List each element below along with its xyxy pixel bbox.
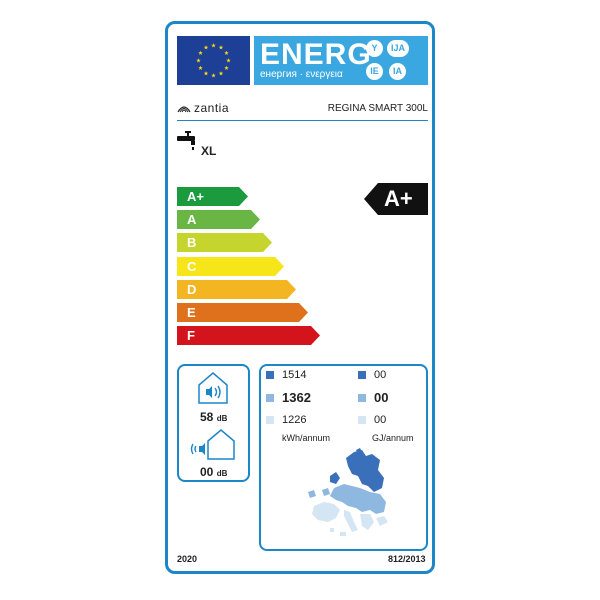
- fuel-row-cold: 00: [358, 369, 386, 381]
- energy-class-bar: E: [177, 303, 308, 322]
- regulation-number: 812/2013: [388, 554, 426, 564]
- eu-star-icon: [203, 45, 209, 50]
- eu-star-icon: [211, 73, 216, 78]
- lang-code: IE: [366, 63, 383, 80]
- rating-indicator: A+: [364, 183, 428, 215]
- outdoor-noise-value: 00 dB: [200, 465, 228, 479]
- zone-average-marker: [358, 393, 366, 402]
- eu-star-icon: [224, 65, 229, 70]
- eu-star-icon: [218, 45, 224, 50]
- fuel-row-average: 00: [358, 390, 388, 405]
- energy-class-bar: A: [177, 210, 260, 230]
- electricity-unit: kWh/annum: [282, 433, 331, 443]
- label-year: 2020: [177, 554, 198, 564]
- energy-class-bar: A+: [177, 187, 248, 206]
- eu-star-icon: [226, 58, 231, 63]
- energy-class-bar: F: [177, 326, 320, 346]
- energy-header: ENERG енергия · ενεργεια Y IJA IE IA: [254, 36, 428, 85]
- eu-star-icon: [211, 43, 216, 48]
- brand-name: zantia: [194, 101, 230, 115]
- outdoor-noise-icon: [190, 427, 236, 465]
- energy-class-label: C: [187, 258, 197, 274]
- eu-star-icon: [203, 71, 209, 76]
- eu-star-icon: [218, 71, 224, 76]
- electricity-row-average: 1362: [266, 390, 311, 405]
- zone-warmer-marker: [358, 416, 366, 424]
- zone-average-marker: [266, 393, 274, 402]
- model-name: REGINA SMART 300L: [327, 103, 428, 114]
- zone-colder-marker: [266, 371, 274, 379]
- indoor-noise-icon: [196, 371, 230, 409]
- energ-subtitle: енергия · ενεργεια: [260, 69, 343, 80]
- energy-class-label: B: [187, 235, 197, 251]
- energy-class-bar: C: [177, 256, 284, 276]
- load-profile: XL: [201, 144, 217, 158]
- lang-code: IA: [389, 63, 406, 80]
- eu-flag-icon: [177, 36, 250, 85]
- indoor-noise-value: 58 dB: [200, 410, 228, 424]
- water-tap-icon: [177, 130, 199, 156]
- supplier-brand: zantia: [177, 101, 229, 115]
- zone-colder-marker: [358, 371, 366, 379]
- eu-star-icon: [196, 58, 201, 63]
- energy-class-bar: D: [177, 279, 296, 299]
- eu-star-icon: [198, 65, 203, 70]
- electricity-row-cold: 1514: [266, 369, 306, 381]
- fuel-row-warm: 00: [358, 414, 386, 426]
- divider: [177, 120, 428, 121]
- energy-class-label: A: [187, 212, 197, 228]
- energy-class-label: E: [187, 305, 196, 320]
- brand-logo-icon: [177, 106, 191, 113]
- energy-class-label: A+: [187, 189, 204, 204]
- europe-climate-map-icon: [300, 448, 392, 542]
- energy-class-bar: B: [177, 233, 272, 253]
- fuel-unit: GJ/annum: [372, 433, 414, 443]
- electricity-row-warm: 1226: [266, 414, 306, 426]
- energy-class-label: F: [187, 328, 195, 344]
- lang-code: Y: [366, 40, 383, 57]
- eu-star-icon: [224, 50, 229, 55]
- rating-label: A+: [384, 186, 413, 211]
- lang-code: IJA: [387, 40, 409, 57]
- zone-warmer-marker: [266, 416, 274, 424]
- eu-star-icon: [198, 50, 203, 55]
- energy-class-label: D: [187, 281, 197, 297]
- energ-word: ENERG: [260, 38, 372, 71]
